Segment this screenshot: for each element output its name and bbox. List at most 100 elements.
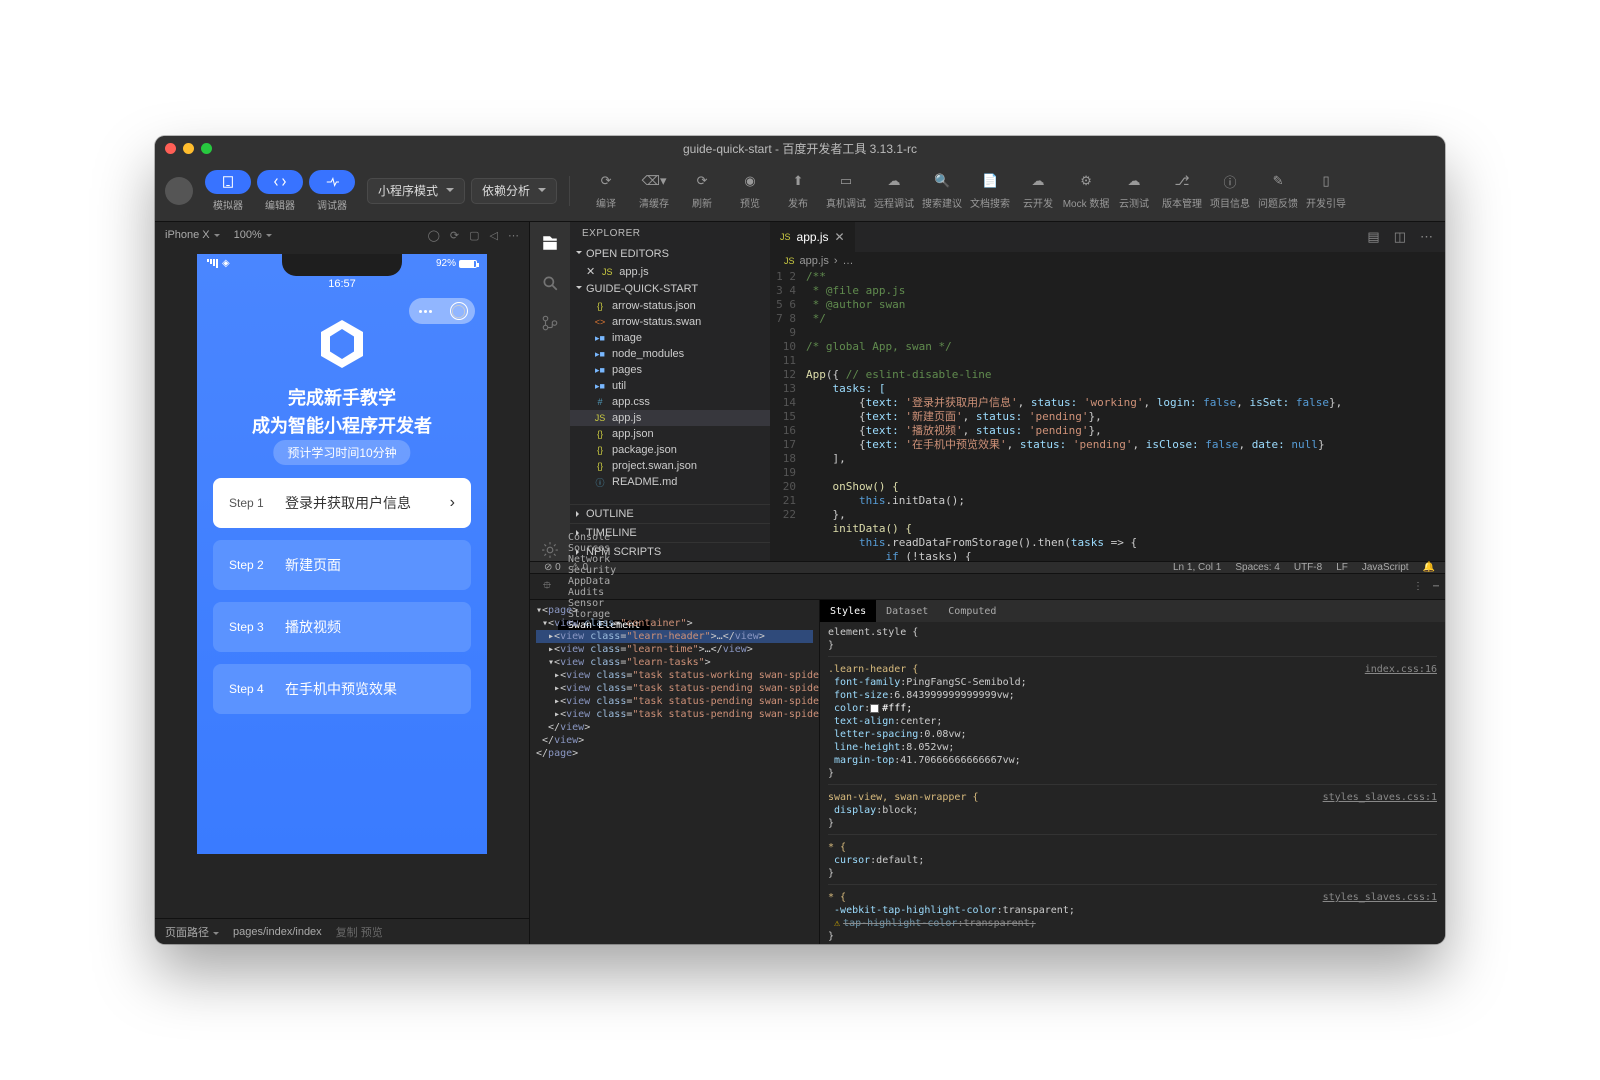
estimate-badge: 预计学习时间10分钟 — [273, 440, 410, 465]
close-tab-icon[interactable]: ✕ — [835, 230, 845, 244]
devtools-tab-Sources[interactable]: Sources — [558, 543, 650, 554]
devtools-tab-Console[interactable]: Console — [558, 532, 650, 543]
devtools-tab-Audits[interactable]: Audits — [558, 587, 650, 598]
tool-真机调试[interactable]: ▭真机调试 — [822, 171, 870, 210]
indent-status[interactable]: Spaces: 4 — [1235, 562, 1279, 573]
file-image[interactable]: ▸■image — [570, 330, 770, 346]
pill-1[interactable] — [257, 170, 303, 194]
titlebar: guide-quick-start - 百度开发者工具 3.13.1-rc — [155, 136, 1445, 160]
tool-文档搜索[interactable]: 📄文档搜索 — [966, 171, 1014, 210]
app-logo — [312, 314, 372, 374]
step-item[interactable]: Step 2新建页面 — [213, 540, 471, 590]
file-app.css[interactable]: #app.css — [570, 394, 770, 410]
styles-sub-Dataset[interactable]: Dataset — [876, 600, 938, 622]
styles-pane[interactable]: element.style {} index.css:16.learn-head… — [820, 622, 1445, 944]
devtools-settings-icon[interactable]: ⋯ — [1433, 581, 1439, 592]
simulator-panel: iPhone X 100% ◯ ⟳ ▢ ◁ ⋯ ◈ 16:57 — [155, 222, 530, 944]
page-path-actions[interactable]: 复制 预览 — [336, 924, 383, 940]
split-icon[interactable]: ▤ — [1367, 229, 1379, 245]
tool-远程调试[interactable]: ☁远程调试 — [870, 171, 918, 210]
tool-开发引导[interactable]: ▯开发引导 — [1302, 171, 1350, 210]
tool-清缓存[interactable]: ⌫▾清缓存 — [630, 171, 678, 210]
page-path-label[interactable]: 页面路径 — [165, 924, 219, 940]
open-editors-section[interactable]: OPEN EDITORS — [570, 245, 770, 263]
devtools-tab-Network[interactable]: Network — [558, 554, 650, 565]
styles-tabs: StylesDatasetComputed — [820, 600, 1445, 622]
tool-项目信息[interactable]: ⓘ项目信息 — [1206, 171, 1254, 210]
file-README.md[interactable]: ⓘREADME.md — [570, 474, 770, 490]
devtools-more-icon[interactable]: ⋮ — [1413, 581, 1423, 592]
inspect-icon[interactable]: ⯐ — [536, 577, 558, 596]
rotate-icon[interactable]: ⟳ — [450, 229, 459, 242]
styles-sub-Styles[interactable]: Styles — [820, 600, 876, 622]
zoom-select[interactable]: 100% — [234, 229, 272, 241]
code-area[interactable]: 1 2 3 4 5 6 7 8 9 10 11 12 13 14 15 16 1… — [770, 270, 1445, 561]
project-section[interactable]: GUIDE-QUICK-START — [570, 280, 770, 298]
dep-select[interactable]: 依赖分析 — [471, 178, 557, 204]
tool-版本管理[interactable]: ⎇版本管理 — [1158, 171, 1206, 210]
file-arrow-status.json[interactable]: {}arrow-status.json — [570, 298, 770, 314]
step-item[interactable]: Step 1登录并获取用户信息› — [213, 478, 471, 528]
activity-bar — [530, 222, 570, 561]
file-pages[interactable]: ▸■pages — [570, 362, 770, 378]
tool-Mock 数据[interactable]: ⚙Mock 数据 — [1062, 171, 1110, 210]
file-node_modules[interactable]: ▸■node_modules — [570, 346, 770, 362]
more-icon[interactable]: ⋯ — [508, 229, 519, 242]
tool-发布[interactable]: ⬆发布 — [774, 171, 822, 210]
file-package.json[interactable]: {}package.json — [570, 442, 770, 458]
toolbar: 模拟器编辑器调试器 小程序模式 依赖分析 ⟳编译⌫▾清缓存⟳刷新◉预览⬆发布▭真… — [155, 160, 1445, 222]
styles-sub-Computed[interactable]: Computed — [938, 600, 1006, 622]
tool-云测试[interactable]: ☁云测试 — [1110, 171, 1158, 210]
file-app.json[interactable]: {}app.json — [570, 426, 770, 442]
language-status[interactable]: JavaScript — [1362, 562, 1409, 573]
tool-搜索建议[interactable]: 🔍搜索建议 — [918, 171, 966, 210]
more-actions-icon[interactable]: ⋯ — [1420, 229, 1433, 245]
file-util[interactable]: ▸■util — [570, 378, 770, 394]
workspace: iPhone X 100% ◯ ⟳ ▢ ◁ ⋯ ◈ 16:57 — [155, 222, 1445, 944]
mode-select[interactable]: 小程序模式 — [367, 178, 465, 204]
file-project.swan.json[interactable]: {}project.swan.json — [570, 458, 770, 474]
encoding-status[interactable]: UTF-8 — [1294, 562, 1322, 573]
tool-问题反馈[interactable]: ✎问题反馈 — [1254, 171, 1302, 210]
editor-panel: EXPLORER OPEN EDITORS ✕JSapp.js GUIDE-QU… — [530, 222, 1445, 944]
source-control-icon[interactable] — [539, 312, 561, 334]
capsule-buttons[interactable]: ◯ — [409, 298, 475, 324]
cursor-position[interactable]: Ln 1, Col 1 — [1173, 562, 1221, 573]
tool-云开发[interactable]: ☁云开发 — [1014, 171, 1062, 210]
step-item[interactable]: Step 4在手机中预览效果 — [213, 664, 471, 714]
back-icon[interactable]: ◁ — [490, 229, 498, 242]
search-icon[interactable] — [539, 272, 561, 294]
pill-2[interactable] — [309, 170, 355, 194]
signal-icon: ◈ — [207, 258, 230, 269]
layout-icon[interactable]: ◫ — [1394, 229, 1406, 245]
user-icon[interactable]: ◯ — [428, 229, 440, 242]
avatar[interactable] — [165, 177, 193, 205]
app-window: guide-quick-start - 百度开发者工具 3.13.1-rc 模拟… — [155, 136, 1445, 944]
tool-编译[interactable]: ⟳编译 — [582, 171, 630, 210]
tool-预览[interactable]: ◉预览 — [726, 171, 774, 210]
tagline: 完成新手教学 成为智能小程序开发者 — [197, 384, 487, 438]
file-arrow-status.swan[interactable]: <>arrow-status.swan — [570, 314, 770, 330]
element-tree[interactable]: ▾<page> ▾<view class="container"> ▸<view… — [530, 600, 820, 944]
explorer-sidebar: EXPLORER OPEN EDITORS ✕JSapp.js GUIDE-QU… — [570, 222, 770, 561]
tab-app-js[interactable]: JSapp.js✕ — [770, 222, 856, 252]
open-editor-file[interactable]: ✕JSapp.js — [570, 263, 770, 280]
code-editor: JSapp.js✕ ▤ ◫ ⋯ JSapp.js›… 1 2 3 4 5 6 7… — [770, 222, 1445, 561]
settings-gear-icon[interactable] — [539, 539, 561, 561]
device-select[interactable]: iPhone X — [165, 229, 220, 241]
step-item[interactable]: Step 3播放视频 — [213, 602, 471, 652]
outline-section[interactable]: OUTLINE — [570, 504, 770, 523]
file-app.js[interactable]: JSapp.js — [570, 410, 770, 426]
explorer-icon[interactable] — [539, 232, 561, 254]
pill-0[interactable] — [205, 170, 251, 194]
detach-icon[interactable]: ▢ — [469, 229, 479, 242]
breadcrumb[interactable]: JSapp.js›… — [770, 252, 1445, 270]
eol-status[interactable]: LF — [1336, 562, 1348, 573]
devtools-tab-AppData[interactable]: AppData — [558, 576, 650, 587]
tool-刷新[interactable]: ⟳刷新 — [678, 171, 726, 210]
devtools-tab-Security[interactable]: Security — [558, 565, 650, 576]
menu-icon[interactable] — [417, 302, 435, 320]
devtools-panel: ⯐ ConsoleSourcesNetworkSecurityAppDataAu… — [530, 574, 1445, 944]
close-capsule-icon[interactable]: ◯ — [450, 302, 468, 320]
bell-icon[interactable]: 🔔 — [1423, 562, 1435, 573]
